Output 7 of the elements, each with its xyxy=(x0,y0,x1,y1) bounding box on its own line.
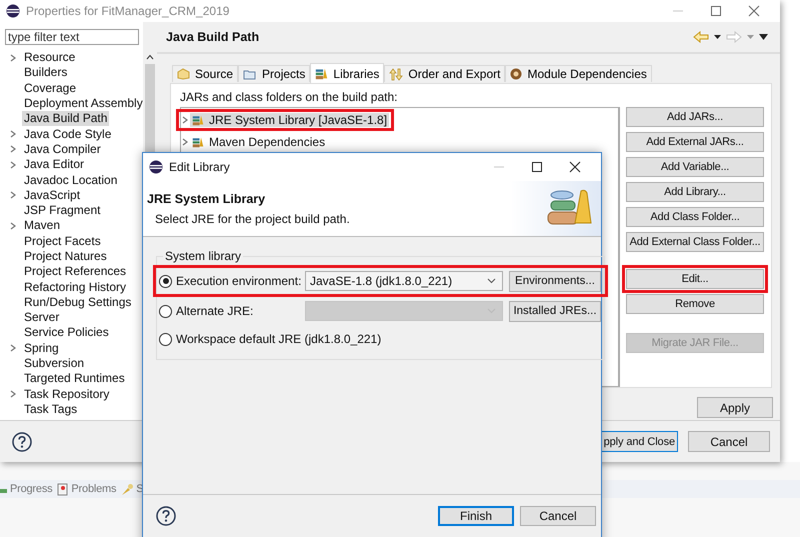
group-label: System library xyxy=(164,249,242,263)
dialog-heading: JRE System Library xyxy=(147,192,266,206)
dialog-description: Select JRE for the project build path. xyxy=(154,212,351,226)
caption-text: JARs and class folders on the build path: xyxy=(180,90,398,105)
window-title: Properties for FitManager_CRM_2019 xyxy=(26,4,230,18)
page-title: Java Build Path xyxy=(165,30,260,44)
dialog-title: Edit Library xyxy=(169,160,230,174)
